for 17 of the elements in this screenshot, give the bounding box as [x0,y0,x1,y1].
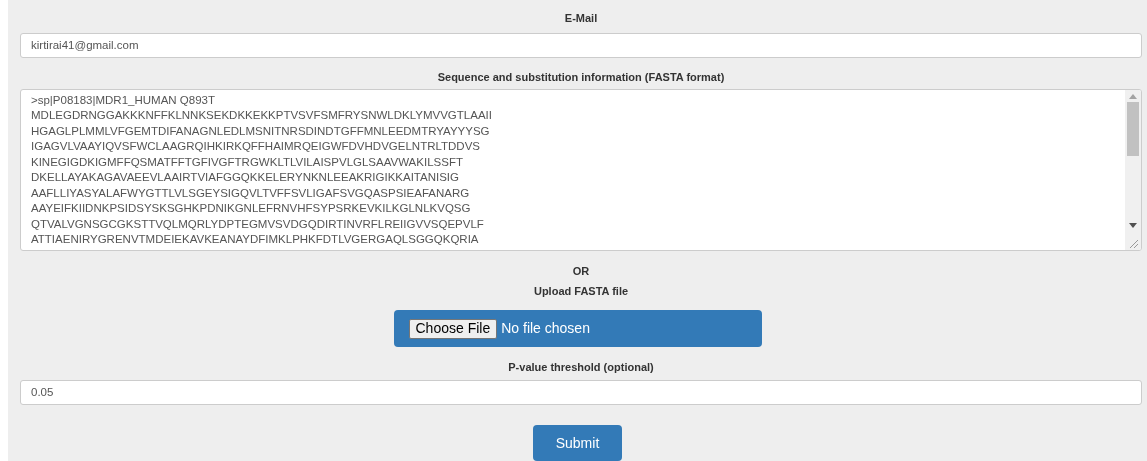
field-label: Upload FASTA file [532,284,630,299]
resize-grip-icon[interactable] [1128,238,1138,249]
file-status-text: No file chosen [501,319,590,339]
file-upload-field[interactable]: Choose File No file chosen [393,310,762,348]
sequence-field[interactable]: >sp|P08183|MDR1_HUMAN Q893T MDLEGDRNGGAKKKNFFKLNNKSEKDKKEKKPTVSVFSMFRYSNWLDKLYMVVGTLAAII HGAGLPLMMLVFGEMTDIFANAGNLEDLMSNITNRSDINDTGFFMNLEEDMTRYAYYYSG IGAGVLVAAYIQVSFWCLAAGRQIHKIRKQFFHAIMRQEIGWFDVHDVGELNTRLTDDVS KINEGIGDKIGMFFQSMATFFTGFIVGFTRGWKLTLVILAISPVLGLSAAVWAKILSSFT DKELLAYAKAGAVAEEVLAAIRTVIAFGGQKKELERYNKNLEEAKRIGIKKAITANISIG AAFLLIYASYALAFWYGTTLVLSGEYSIGQVLTVFFSVLIGAFSVGQASPSIEAFANARG AAYEIFKIIDNKPSIDSYSKSGHKPDNIKGNLEFRNVHFSYPSRKEVKILKGLNLKVQSG QTVALVGNSGCGKSTTVQLMQRLYDPTEGMVSVDGQDIRTINVRFLREIIGVVSQEPVLF ATTIAENIRYGRENVTMDEIEKAVKEANAYDFIMKLPHKFDTLVGERGAQLSGGQKQRIA [20,88,1142,252]
field-label: E-Mail [563,11,599,25]
scrollbar-thumb[interactable] [1127,101,1139,156]
choose-file-button[interactable]: Choose File [408,318,498,339]
or-divider-text: OR [571,264,591,279]
email-field[interactable]: kirtirai41@gmail.com [20,33,1142,58]
scroll-up-icon[interactable] [1129,93,1137,99]
scroll-down-icon[interactable] [1129,223,1137,229]
scrollbar[interactable] [1125,89,1141,251]
field-label: P-value threshold (optional) [507,360,655,375]
submit-button[interactable]: Submit [533,425,622,461]
p-value-field[interactable]: 0.05 [20,380,1142,405]
field-label: Sequence and substitution information (FASTA format) [436,69,726,84]
